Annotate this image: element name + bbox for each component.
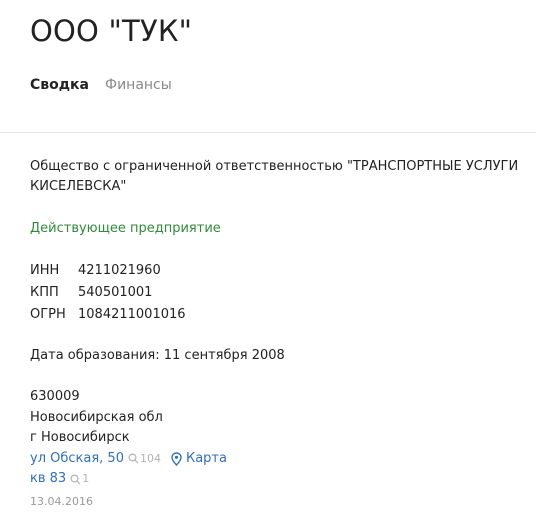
code-label: ИНН — [30, 263, 60, 278]
page-title: ООО "ТУК" — [30, 14, 193, 48]
map-pin-icon — [171, 452, 182, 466]
map-link[interactable]: Карта — [171, 449, 227, 470]
codes-list: ИНН 4211021960 КПП 540501001 ОГРН 108421… — [30, 260, 520, 326]
code-row-kpp: КПП 540501001 — [30, 282, 520, 304]
address-block: 630009 Новосибирская обл г Новосибирск у… — [30, 387, 520, 512]
street-count-value: 104 — [139, 451, 161, 465]
code-label: КПП — [30, 285, 59, 300]
apartment-search-count[interactable]: 1 — [70, 469, 89, 490]
region: Новосибирская обл — [30, 409, 163, 425]
code-value: 540501001 — [78, 285, 153, 300]
apartment-count-value: 1 — [82, 472, 90, 485]
street-row: ул Обская, 50 104 Карта — [30, 449, 520, 470]
code-value: 4211021960 — [78, 263, 161, 278]
status-text: Действующее предприятие — [30, 221, 221, 236]
tab-finance[interactable]: Финансы — [105, 75, 172, 95]
company-full-name: Общество с ограниченной ответственностью… — [30, 159, 519, 194]
code-label: ОГРН — [30, 307, 66, 322]
company-summary: Общество с ограниченной ответственностью… — [30, 157, 520, 512]
founded-date: Дата образования: 11 сентября 2008 — [30, 348, 285, 363]
street-link[interactable]: ул Обская, 50 — [30, 449, 124, 470]
search-icon — [70, 474, 81, 485]
tabs: Сводка Финансы — [30, 75, 172, 95]
code-row-ogrn: ОГРН 1084211001016 — [30, 304, 520, 326]
tab-summary[interactable]: Сводка — [30, 75, 89, 95]
apartment-link[interactable]: кв 83 — [30, 469, 66, 490]
address-date: 13.04.2016 — [30, 494, 93, 508]
street-search-count[interactable]: 104 — [128, 449, 161, 470]
map-label: Карта — [185, 450, 227, 466]
city: г Новосибирск — [30, 430, 130, 445]
divider — [0, 132, 536, 133]
postcode: 630009 — [30, 389, 80, 404]
search-icon — [128, 453, 139, 464]
apartment-row: кв 83 1 — [30, 469, 520, 490]
code-row-inn: ИНН 4211021960 — [30, 260, 520, 282]
code-value: 1084211001016 — [78, 307, 186, 322]
